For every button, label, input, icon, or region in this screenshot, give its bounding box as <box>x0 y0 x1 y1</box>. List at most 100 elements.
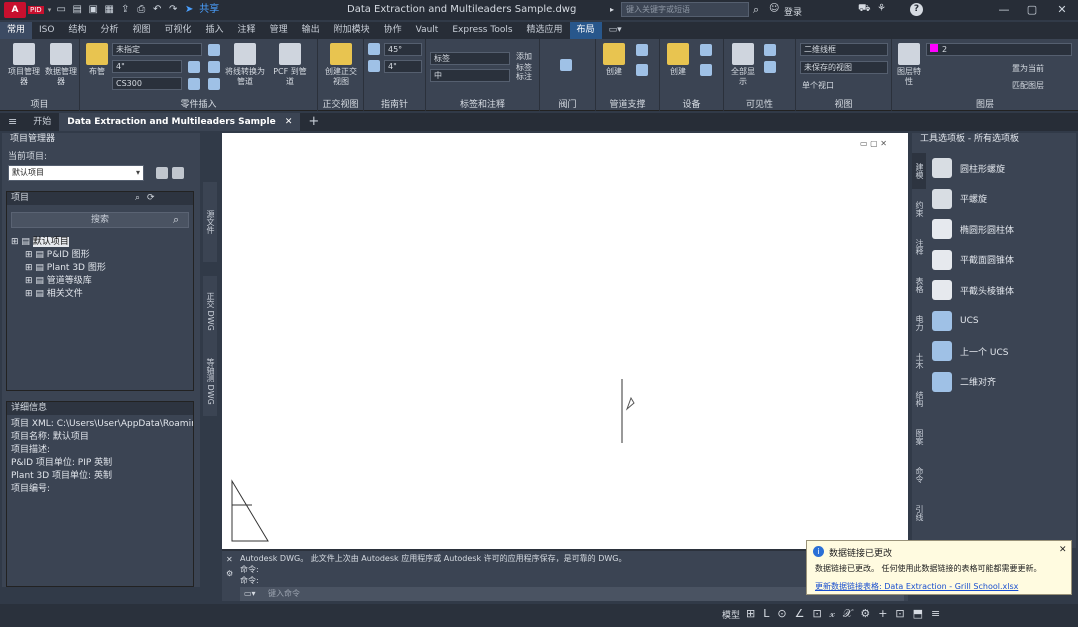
search-icon[interactable]: ⌕ <box>173 213 179 227</box>
command-prompt-icon[interactable]: ▭▾ <box>244 589 256 598</box>
create-equipment-button[interactable]: 创建 <box>664 43 692 77</box>
command-input[interactable]: 键入命令 <box>240 587 904 601</box>
tree-item[interactable]: ⊞ ▤ Plant 3D 图形 <box>11 262 106 275</box>
expand-icon[interactable]: ⊞ <box>25 289 35 299</box>
compass-snap-icon[interactable] <box>368 60 380 72</box>
ribbon-tab[interactable]: ISO <box>32 22 61 39</box>
share-label[interactable]: 共享 <box>199 4 219 16</box>
set-current-link[interactable]: 置为当前 <box>1012 63 1044 74</box>
status-toggle-icon[interactable]: ∠ <box>795 607 805 621</box>
status-toggle-icon[interactable]: + <box>878 607 887 621</box>
compass-toggle-icon[interactable] <box>368 43 380 55</box>
print-icon[interactable]: ⎙ <box>135 4 147 16</box>
search-input[interactable]: 键入关键字或短语 <box>621 2 749 17</box>
viewport-config[interactable]: 单个视口 <box>802 80 834 91</box>
expand-icon[interactable]: ⊞ <box>11 237 21 247</box>
elbow-icon[interactable] <box>188 61 200 73</box>
pcf-to-pipe-button[interactable]: PCF 到管道 <box>270 43 310 87</box>
project-side-tab[interactable]: 正交 DWG <box>203 276 217 346</box>
ribbon-tab[interactable]: 输出 <box>295 22 327 39</box>
ribbon-tab[interactable]: 管理 <box>263 22 295 39</box>
project-side-tab[interactable]: 源文件 <box>203 182 217 262</box>
add-tag-link[interactable]: 添加标签 <box>516 51 539 73</box>
palette-side-tab[interactable]: 注释 <box>912 229 926 265</box>
palette-tool[interactable]: 平螺旋 <box>932 188 1072 210</box>
export-icon[interactable]: ⇪ <box>119 4 131 16</box>
ribbon-options-icon[interactable]: ▭▾ <box>602 22 629 39</box>
reducer-icon[interactable] <box>208 78 220 90</box>
palette-tool[interactable]: UCS <box>932 310 1072 332</box>
pipe-class-select[interactable]: CS300 <box>112 77 182 90</box>
palette-side-tab[interactable]: 电力 <box>912 305 926 341</box>
minimize-button[interactable]: — <box>990 0 1018 20</box>
tree-item[interactable]: ⊞ ▤ P&ID 图形 <box>11 249 106 262</box>
drawing-canvas[interactable]: ▭ ▢ ✕ <box>222 133 908 549</box>
tag-style-select[interactable]: 标签 <box>430 52 510 65</box>
ribbon-tab[interactable]: 布局 <box>569 22 602 39</box>
close-icon[interactable]: ✕ <box>1059 545 1067 555</box>
help-icon[interactable]: ? <box>910 3 923 16</box>
search-dropdown-icon[interactable]: ▸ <box>610 5 614 14</box>
status-toggle-icon[interactable]: ⚙ <box>860 607 870 621</box>
ribbon-tab[interactable]: 结构 <box>61 22 93 39</box>
redo-icon[interactable]: ↷ <box>167 4 179 16</box>
compass-angle-select[interactable]: 45° <box>384 43 422 56</box>
line-to-pipe-button[interactable]: 将线转换为管道 <box>225 43 265 87</box>
named-view-select[interactable]: 未保存的视图 <box>800 61 888 74</box>
ribbon-tab[interactable]: 分析 <box>93 22 125 39</box>
maximize-button[interactable]: ▢ <box>1018 0 1046 20</box>
ribbon-tab[interactable]: 协作 <box>377 22 409 39</box>
chevron-down-icon[interactable]: ▾ <box>48 6 52 14</box>
flange-icon[interactable] <box>208 44 220 56</box>
status-toggle-icon[interactable]: ⬒ <box>913 607 923 621</box>
new-tab-button[interactable]: + <box>300 113 327 131</box>
ribbon-tab[interactable]: Express Tools <box>445 22 519 39</box>
palette-tool[interactable]: 圆柱形螺旋 <box>932 157 1072 179</box>
hide-icon[interactable] <box>764 44 776 56</box>
ribbon-tab[interactable]: 附加模块 <box>327 22 377 39</box>
search-icon[interactable]: ⌕ <box>753 3 759 17</box>
status-toggle-icon[interactable]: ⊙ <box>777 607 786 621</box>
refresh-icon[interactable]: ⟳ <box>147 193 155 203</box>
expand-icon[interactable]: ⊞ <box>25 250 35 260</box>
equipment-edit-icon[interactable] <box>700 44 712 56</box>
pipe-size-select[interactable]: 4" <box>112 60 182 73</box>
expand-icon[interactable]: ⊞ <box>25 276 35 286</box>
show-all-button[interactable]: 全部显示 <box>728 43 758 87</box>
compass-step-select[interactable]: 4" <box>384 60 422 73</box>
palette-side-tab[interactable]: 表格 <box>912 267 926 303</box>
status-toggle-icon[interactable]: ⊞ <box>746 607 755 621</box>
copy-icon[interactable] <box>172 167 184 179</box>
palette-tool[interactable]: 椭圆形圆柱体 <box>932 218 1072 240</box>
layer-properties-button[interactable]: 图层特性 <box>896 43 922 87</box>
ribbon-tab[interactable]: 注释 <box>231 22 263 39</box>
close-tab-icon[interactable]: ✕ <box>285 117 293 127</box>
data-manager-button[interactable]: 数据管理器 <box>45 43 77 87</box>
current-project-select[interactable]: 默认项目 ▾ <box>8 165 144 181</box>
app-logo[interactable]: A <box>4 2 26 18</box>
tree-item[interactable]: ⊞ ▤ 管道等级库 <box>11 275 106 288</box>
share-icon[interactable]: ➤ <box>183 4 195 16</box>
palette-tool[interactable]: 平截头棱锥体 <box>932 279 1072 301</box>
tag-size-select[interactable]: 中 <box>430 69 510 82</box>
valve-tool-icon[interactable] <box>560 59 572 71</box>
print-icon[interactable] <box>156 167 168 179</box>
save-as-icon[interactable]: ▦ <box>103 4 115 16</box>
status-toggle-icon[interactable]: 𝒳 <box>843 607 852 621</box>
open-icon[interactable]: ▤ <box>71 4 83 16</box>
connect-icon[interactable]: ⚘ <box>877 3 886 14</box>
support-edit-icon[interactable] <box>636 44 648 56</box>
start-tab[interactable]: 开始 <box>25 113 59 131</box>
signin-link[interactable]: 登录 <box>784 5 802 18</box>
ribbon-tab[interactable]: 可视化 <box>158 22 199 39</box>
status-toggle-icon[interactable]: 𝓍 <box>830 607 835 621</box>
chevron-down-icon[interactable]: ▾ <box>136 166 140 180</box>
palette-side-tab[interactable]: 引线 <box>912 495 926 531</box>
palette-side-tab[interactable]: 建模 <box>912 153 926 189</box>
tee-icon[interactable] <box>188 78 200 90</box>
ribbon-tab[interactable]: Vault <box>409 22 446 39</box>
support-list-icon[interactable] <box>636 64 648 76</box>
palette-side-tab[interactable]: 命令 <box>912 457 926 493</box>
valve-icon[interactable] <box>208 61 220 73</box>
current-document-tab[interactable]: Data Extraction and Multileaders Sample … <box>59 113 301 131</box>
